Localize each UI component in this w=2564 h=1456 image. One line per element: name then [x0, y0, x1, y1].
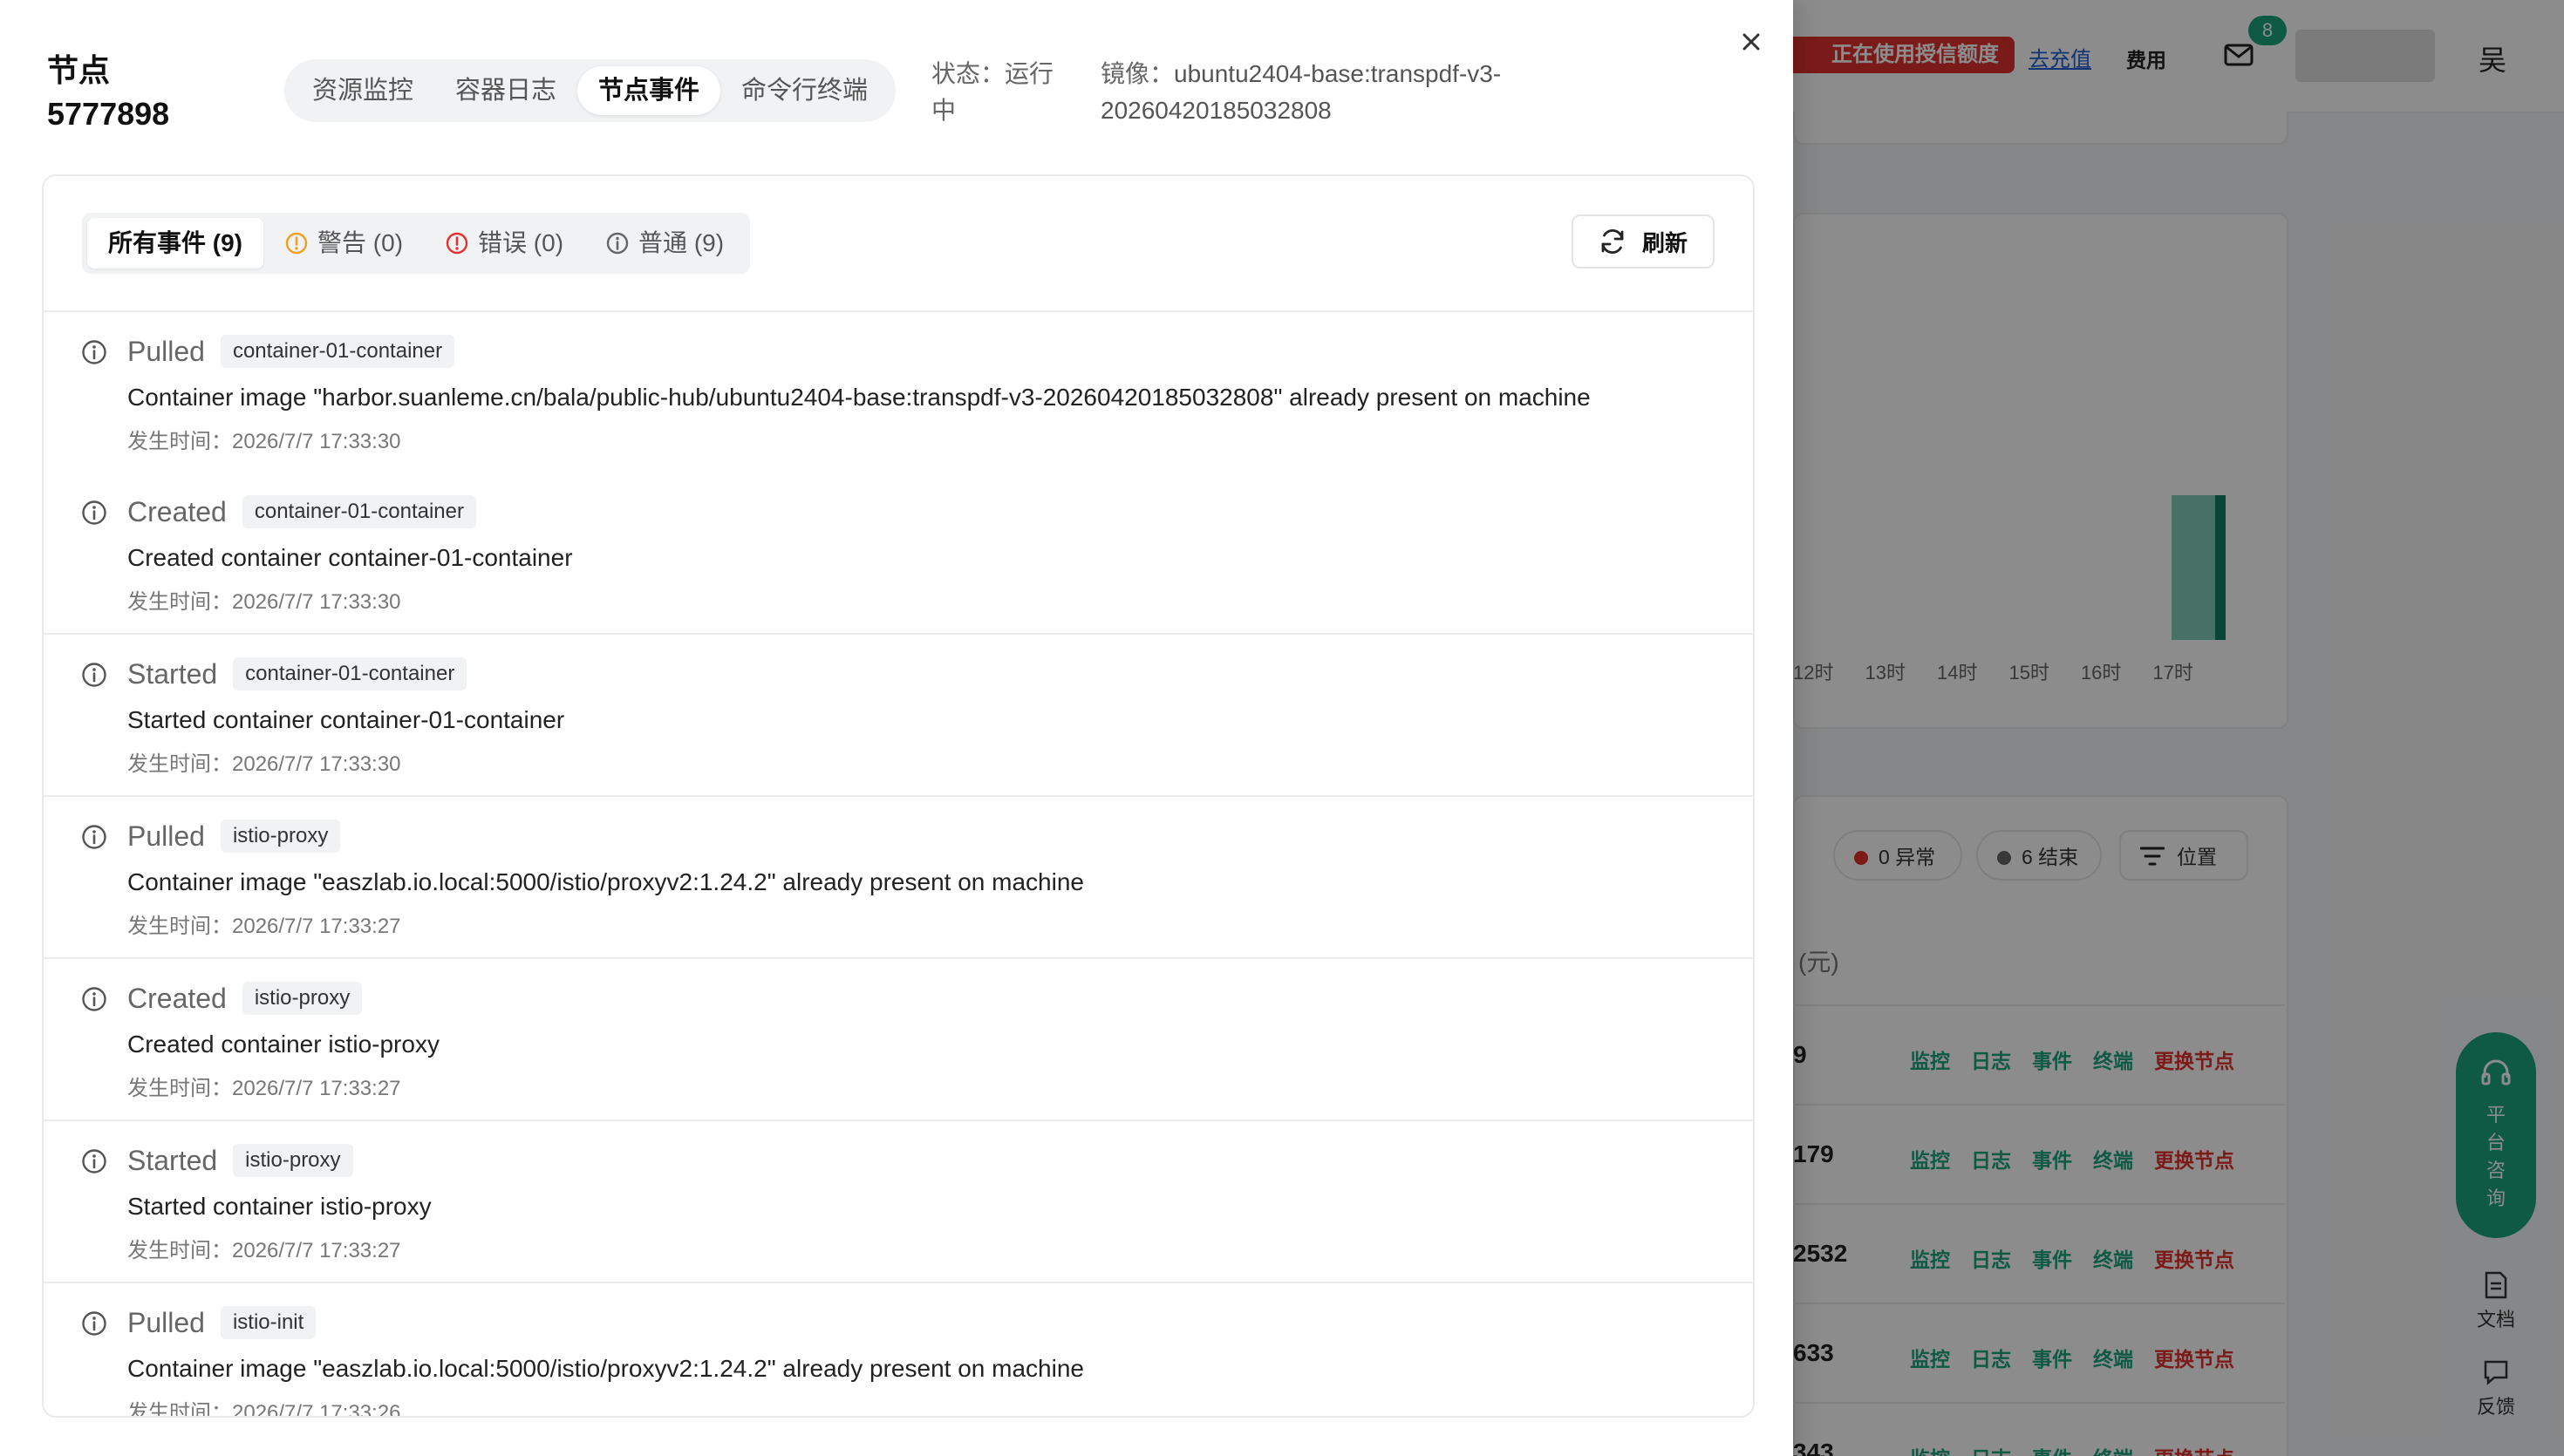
tab-resource-monitor[interactable]: 资源监控 — [291, 66, 434, 115]
info-icon — [80, 499, 108, 527]
drawer-title: 节点 — [47, 52, 111, 88]
filter-warning-label: 警告 (0) — [317, 229, 404, 256]
tab-node-events[interactable]: 节点事件 — [577, 66, 721, 115]
event-reason: Started — [127, 657, 218, 690]
event-list: Pulled container-01-container Container im… — [44, 312, 1753, 1418]
info-icon — [80, 338, 108, 366]
filter-all-label: 所有事件 (9) — [108, 229, 243, 256]
event-time: 发生时间：2026/7/7 17:33:26 — [127, 1401, 401, 1418]
event-message: Started container container-01-container — [127, 706, 565, 733]
filter-normal-label: 普通 (9) — [638, 229, 725, 256]
event-header: Started istio-proxy — [127, 1144, 353, 1177]
node-detail-drawer: 节点 5777898 资源监控 容器日志 节点事件 命令行终端 状态：运行中 镜… — [0, 0, 1793, 1456]
event-header: Pulled istio-proxy — [127, 820, 341, 853]
event-reason: Started — [127, 1144, 218, 1176]
event-time: 发生时间：2026/7/7 17:33:27 — [127, 1239, 401, 1262]
info-icon — [80, 985, 108, 1013]
info-icon — [80, 823, 108, 851]
event-reason: Created — [127, 495, 227, 527]
filter-error-events[interactable]: 错误 (0) — [424, 218, 584, 269]
event-item: Pulled istio-proxy Container image "easzla… — [44, 795, 1753, 957]
refresh-label: 刷新 — [1641, 229, 1688, 256]
event-container-tag: istio-proxy — [242, 982, 363, 1015]
event-time: 发生时间：2026/7/7 17:33:30 — [127, 430, 401, 453]
event-container-tag: container-01-container — [242, 495, 476, 528]
event-time: 发生时间：2026/7/7 17:33:30 — [127, 752, 401, 776]
event-container-tag: istio-proxy — [220, 820, 341, 853]
event-header: Created istio-proxy — [127, 982, 363, 1015]
event-filter-bar: 所有事件 (9) 警告 (0) 错误 (0) 普通 (9) — [82, 213, 751, 274]
event-reason: Created — [127, 982, 227, 1014]
event-header: Started container-01-container — [127, 657, 467, 691]
event-container-tag: istio-proxy — [233, 1144, 353, 1177]
event-container-tag: container-01-container — [220, 335, 455, 368]
event-item: Pulled istio-init Container image "easzlab… — [44, 1282, 1753, 1418]
filter-normal-events[interactable]: 普通 (9) — [584, 218, 745, 269]
event-header: Pulled istio-init — [127, 1306, 317, 1339]
event-item: Started container-01-container Started con… — [44, 633, 1753, 795]
error-icon — [446, 232, 468, 255]
refresh-button[interactable]: 刷新 — [1572, 214, 1715, 269]
event-time: 发生时间：2026/7/7 17:33:30 — [127, 590, 401, 614]
event-message: Container image "easzlab.io.local:5000/i… — [127, 868, 1084, 895]
info-icon — [80, 661, 108, 689]
event-reason: Pulled — [127, 820, 205, 852]
node-status: 状态：运行中 — [931, 60, 1054, 124]
event-time: 发生时间：2026/7/7 17:33:27 — [127, 915, 401, 938]
close-button[interactable] — [1734, 24, 1769, 59]
event-message: Container image "harbor.suanleme.cn/bala… — [127, 384, 1591, 411]
event-container-tag: container-01-container — [233, 657, 467, 691]
event-reason: Pulled — [127, 1306, 205, 1338]
event-header: Created container-01-container — [127, 495, 476, 528]
event-message: Created container container-01-container — [127, 544, 573, 571]
info-icon — [606, 232, 629, 255]
image-label: 镜像： — [1101, 60, 1175, 87]
event-header: Pulled container-01-container — [127, 335, 455, 368]
event-message: Created container istio-proxy — [127, 1031, 440, 1058]
events-panel: 所有事件 (9) 警告 (0) 错误 (0) 普通 (9) 刷新 Pulled c… — [42, 174, 1755, 1418]
event-item: Created istio-proxy Created container isti… — [44, 957, 1753, 1119]
event-message: Started container istio-proxy — [127, 1193, 432, 1220]
info-icon — [80, 1147, 108, 1175]
filter-error-label: 错误 (0) — [478, 229, 564, 256]
filter-all-events[interactable]: 所有事件 (9) — [87, 218, 264, 269]
filter-warning-events[interactable]: 警告 (0) — [263, 218, 424, 269]
close-icon — [1742, 33, 1760, 51]
event-item: Started istio-proxy Started container isti… — [44, 1119, 1753, 1282]
info-icon — [80, 1310, 108, 1337]
tab-terminal[interactable]: 命令行终端 — [720, 66, 889, 115]
node-image-info: 镜像：ubuntu2404-base:transpdf-v3-202604201… — [1101, 56, 1572, 129]
modal-overlay[interactable] — [1793, 0, 2564, 1456]
node-id: 5777898 — [47, 96, 170, 132]
event-time: 发生时间：2026/7/7 17:33:27 — [127, 1077, 401, 1100]
event-container-tag: istio-init — [220, 1306, 317, 1339]
refresh-icon — [1601, 229, 1624, 254]
tab-container-logs[interactable]: 容器日志 — [434, 66, 577, 115]
event-item: Pulled container-01-container Container im… — [44, 312, 1753, 473]
warning-icon — [285, 232, 308, 255]
event-reason: Pulled — [127, 335, 205, 367]
drawer-tabs: 资源监控 容器日志 节点事件 命令行终端 — [284, 59, 897, 122]
event-message: Container image "easzlab.io.local:5000/i… — [127, 1355, 1084, 1382]
event-item: Created container-01-container Created con… — [44, 473, 1753, 633]
